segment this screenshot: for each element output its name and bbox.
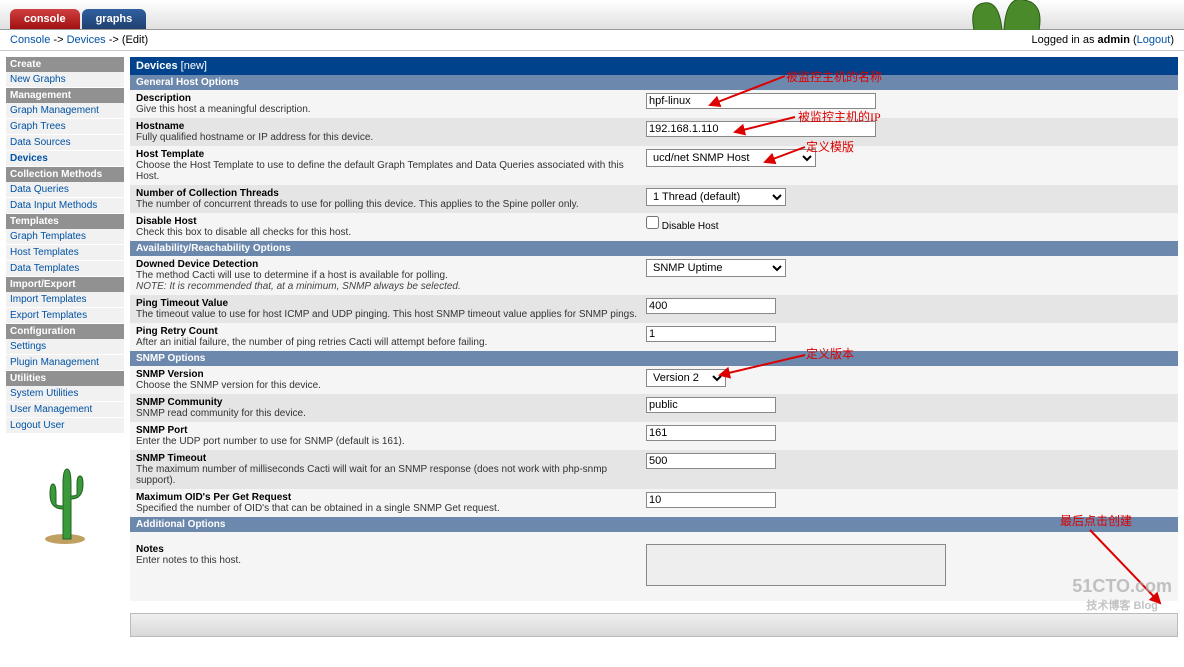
cacti-logo-icon: [6, 454, 124, 547]
snmp-timeout-label: SNMP Timeout: [136, 453, 646, 464]
snmp-version-label: SNMP Version: [136, 369, 646, 380]
sidebar-item-graph-mgmt[interactable]: Graph Management: [6, 103, 124, 118]
description-label: Description: [136, 93, 646, 104]
notes-textarea[interactable]: [646, 544, 946, 586]
description-input[interactable]: [646, 93, 876, 109]
row-hostname: HostnameFully qualified hostname or IP a…: [130, 118, 1178, 146]
ping-timeout-input[interactable]: [646, 298, 776, 314]
top-tab-bar: console graphs: [0, 0, 1184, 30]
threads-select[interactable]: 1 Thread (default): [646, 188, 786, 206]
notes-label: Notes: [136, 544, 646, 555]
sidebar-item-plugin-mgmt[interactable]: Plugin Management: [6, 355, 124, 370]
sidebar-item-settings[interactable]: Settings: [6, 339, 124, 354]
sidebar-head-create: Create: [6, 57, 124, 72]
row-ping-retry: Ping Retry CountAfter an initial failure…: [130, 323, 1178, 351]
hostname-input[interactable]: [646, 121, 876, 137]
sidebar-head-utilities: Utilities: [6, 371, 124, 386]
row-threads: Number of Collection ThreadsThe number o…: [130, 185, 1178, 213]
downed-label: Downed Device Detection: [136, 259, 646, 270]
row-max-oid: Maximum OID's Per Get RequestSpecified t…: [130, 489, 1178, 517]
logout-link[interactable]: Logout: [1137, 34, 1171, 46]
max-oid-input[interactable]: [646, 492, 776, 508]
cacti-logo-top: [964, 0, 1054, 30]
ping-retry-input[interactable]: [646, 326, 776, 342]
row-notes: NotesEnter notes to this host.: [130, 532, 1178, 601]
breadcrumb: Console -> Devices -> (Edit): [10, 34, 148, 46]
sidebar-item-logout-user[interactable]: Logout User: [6, 418, 124, 433]
host-template-label: Host Template: [136, 149, 646, 160]
login-user: admin: [1098, 34, 1130, 46]
login-status: Logged in as admin (Logout): [1031, 34, 1174, 46]
snmp-port-label: SNMP Port: [136, 425, 646, 436]
watermark: 51CTO.com 技术博客 Blog: [1072, 576, 1172, 613]
row-snmp-port: SNMP PortEnter the UDP port number to us…: [130, 422, 1178, 450]
row-snmp-timeout: SNMP TimeoutThe maximum number of millis…: [130, 450, 1178, 489]
downed-select[interactable]: SNMP Uptime: [646, 259, 786, 277]
section-general: General Host Options: [130, 75, 1178, 90]
sidebar-item-graph-templates[interactable]: Graph Templates: [6, 229, 124, 244]
disable-label: Disable Host: [136, 216, 646, 227]
snmp-timeout-input[interactable]: [646, 453, 776, 469]
ping-timeout-label: Ping Timeout Value: [136, 298, 646, 309]
sidebar-item-graph-trees[interactable]: Graph Trees: [6, 119, 124, 134]
row-host-template: Host TemplateChoose the Host Template to…: [130, 146, 1178, 185]
row-description: DescriptionGive this host a meaningful d…: [130, 90, 1178, 118]
action-bar: [130, 613, 1178, 637]
section-snmp: SNMP Options: [130, 351, 1178, 366]
sidebar-head-collection: Collection Methods: [6, 167, 124, 182]
breadcrumb-edit: (Edit): [122, 34, 148, 46]
hostname-label: Hostname: [136, 121, 646, 132]
max-oid-label: Maximum OID's Per Get Request: [136, 492, 646, 503]
main-panel: Devices [new] General Host Options Descr…: [130, 57, 1178, 637]
sidebar-item-data-queries[interactable]: Data Queries: [6, 182, 124, 197]
breadcrumb-console[interactable]: Console: [10, 34, 50, 46]
sidebar-head-configuration: Configuration: [6, 324, 124, 339]
snmp-version-select[interactable]: Version 2: [646, 369, 726, 387]
sidebar-item-host-templates[interactable]: Host Templates: [6, 245, 124, 260]
sidebar-head-management: Management: [6, 88, 124, 103]
snmp-port-input[interactable]: [646, 425, 776, 441]
sidebar: Create New Graphs Management Graph Manag…: [6, 57, 124, 637]
sidebar-item-sys-util[interactable]: System Utilities: [6, 386, 124, 401]
breadcrumb-devices[interactable]: Devices: [67, 34, 106, 46]
row-downed: Downed Device DetectionThe method Cacti …: [130, 256, 1178, 295]
sidebar-item-export-templates[interactable]: Export Templates: [6, 308, 124, 323]
sidebar-item-user-mgmt[interactable]: User Management: [6, 402, 124, 417]
section-availability: Availability/Reachability Options: [130, 241, 1178, 256]
sidebar-item-new-graphs[interactable]: New Graphs: [6, 72, 124, 87]
disable-checkbox[interactable]: [646, 216, 659, 229]
ping-retry-label: Ping Retry Count: [136, 326, 646, 337]
snmp-community-input[interactable]: [646, 397, 776, 413]
tab-graphs[interactable]: graphs: [82, 9, 147, 29]
row-ping-timeout: Ping Timeout ValueThe timeout value to u…: [130, 295, 1178, 323]
sidebar-head-templates: Templates: [6, 214, 124, 229]
threads-label: Number of Collection Threads: [136, 188, 646, 199]
tab-console[interactable]: console: [10, 9, 80, 29]
row-snmp-version: SNMP VersionChoose the SNMP version for …: [130, 366, 1178, 394]
breadcrumb-bar: Console -> Devices -> (Edit) Logged in a…: [0, 30, 1184, 51]
sidebar-item-data-sources[interactable]: Data Sources: [6, 135, 124, 150]
sidebar-item-devices[interactable]: Devices: [6, 151, 124, 166]
snmp-community-label: SNMP Community: [136, 397, 646, 408]
row-disable: Disable HostCheck this box to disable al…: [130, 213, 1178, 241]
panel-title: Devices [new]: [130, 57, 1178, 75]
host-template-select[interactable]: ucd/net SNMP Host: [646, 149, 816, 167]
sidebar-item-import-templates[interactable]: Import Templates: [6, 292, 124, 307]
row-snmp-community: SNMP CommunitySNMP read community for th…: [130, 394, 1178, 422]
sidebar-item-data-input[interactable]: Data Input Methods: [6, 198, 124, 213]
sidebar-head-import-export: Import/Export: [6, 277, 124, 292]
sidebar-item-data-templates[interactable]: Data Templates: [6, 261, 124, 276]
section-additional: Additional Options: [130, 517, 1178, 532]
